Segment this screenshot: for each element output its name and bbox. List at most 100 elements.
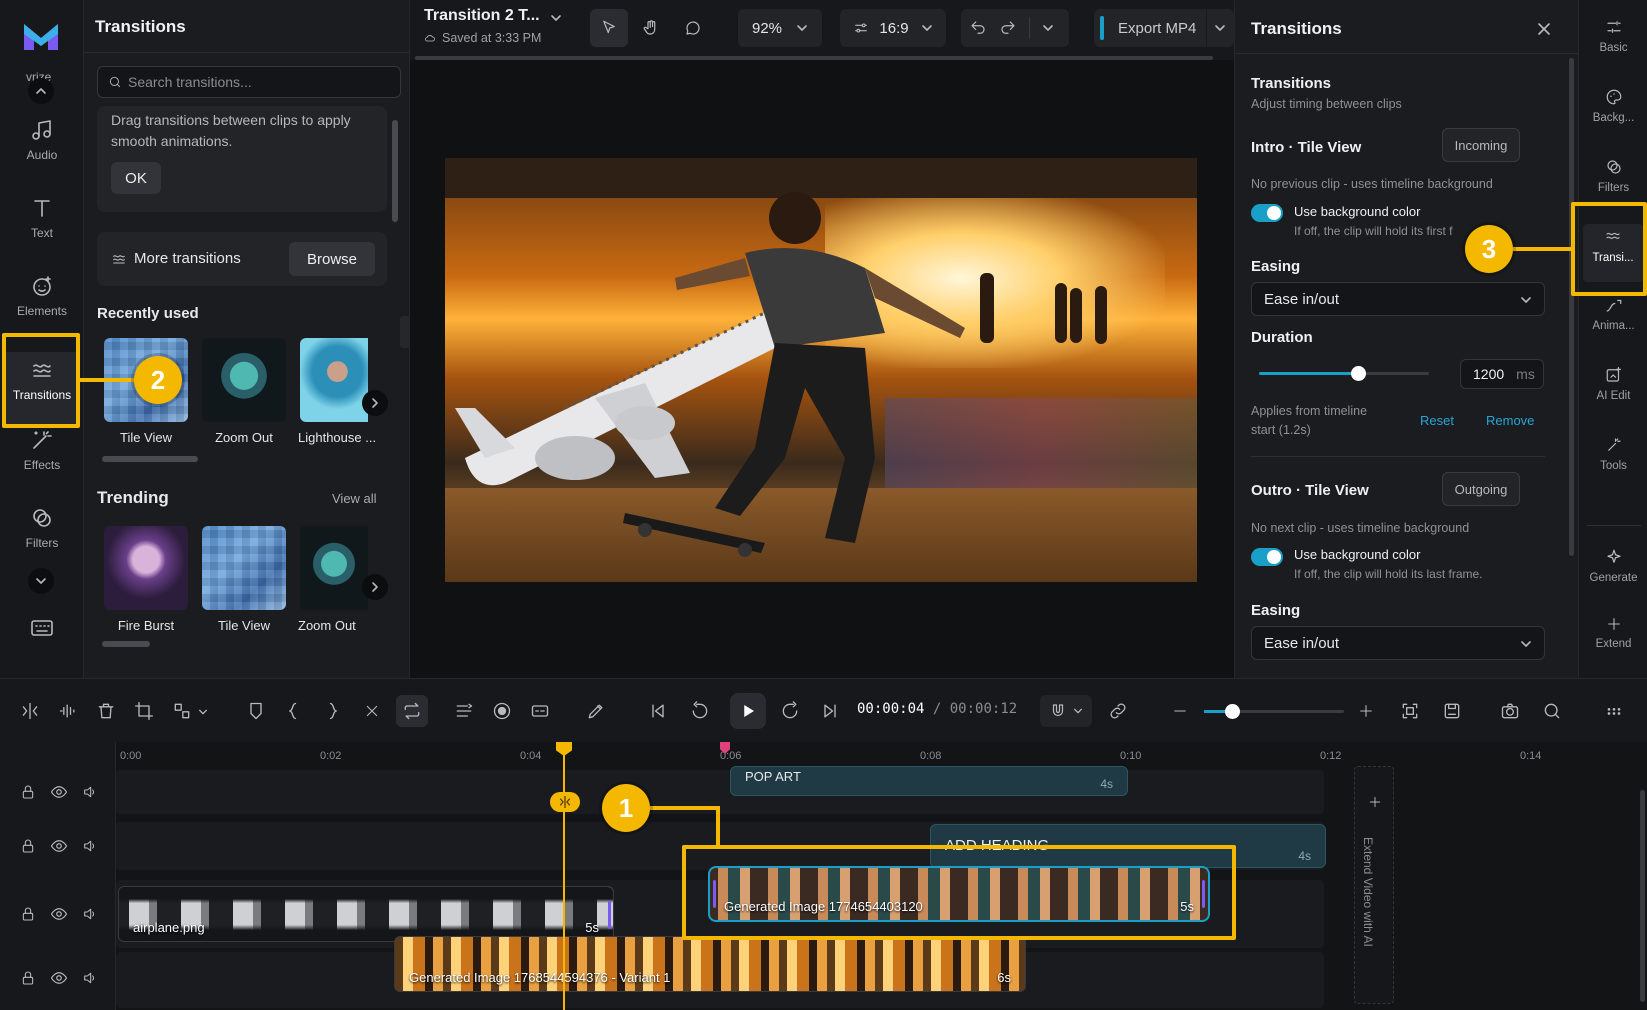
aspect-ratio-dropdown[interactable]: 16:9: [840, 9, 946, 47]
rail-scroll-down-button[interactable]: [28, 568, 54, 594]
right-rail-generate[interactable]: Generate: [1579, 548, 1647, 584]
rail-item-elements[interactable]: Elements: [0, 274, 84, 318]
redo-icon[interactable]: [999, 19, 1017, 37]
keyboard-icon[interactable]: [30, 618, 54, 638]
record-icon[interactable]: [492, 701, 512, 721]
trending-thumb-tile-view[interactable]: [202, 526, 286, 610]
remove-link[interactable]: Remove: [1486, 413, 1534, 428]
volume-icon[interactable]: [82, 970, 98, 986]
captions-icon[interactable]: [530, 701, 550, 721]
lock-icon[interactable]: [20, 784, 36, 800]
recent-thumb-zoom-out[interactable]: [202, 338, 286, 422]
play-button[interactable]: [730, 693, 766, 729]
right-rail-tools[interactable]: Tools: [1579, 436, 1647, 472]
track-lane[interactable]: [116, 770, 1324, 814]
eye-icon[interactable]: [50, 837, 68, 855]
rail-item-filters[interactable]: Filters: [0, 506, 84, 550]
close-icon[interactable]: [364, 703, 380, 719]
zoom-dropdown[interactable]: 92%: [738, 9, 822, 47]
link-icon[interactable]: [1108, 701, 1128, 721]
eye-icon[interactable]: [50, 783, 68, 801]
right-rail-ai-edit[interactable]: AI Edit: [1579, 366, 1647, 402]
clip-generated-variant[interactable]: Generated Image 1768544594376 - Variant …: [394, 936, 1026, 992]
hand-tool-button[interactable]: [632, 9, 670, 47]
duration-slider-knob[interactable]: [1350, 366, 1366, 381]
right-rail-animation[interactable]: Anima...: [1579, 296, 1647, 332]
lock-icon[interactable]: [20, 838, 36, 854]
loop-button[interactable]: [396, 695, 428, 727]
trending-thumb-fire-burst[interactable]: [104, 526, 188, 610]
right-rail-basic[interactable]: Basic: [1579, 18, 1647, 54]
timeline-scrollbar[interactable]: [1640, 790, 1645, 1002]
recent-thumb-lighthouse[interactable]: [300, 338, 368, 422]
right-rail-filters[interactable]: Filters: [1579, 158, 1647, 194]
bracket-close-icon[interactable]: [326, 701, 340, 721]
export-button[interactable]: Export MP4: [1094, 9, 1234, 47]
rail-item-text[interactable]: Text: [0, 196, 84, 240]
chevron-down-icon[interactable]: [1214, 22, 1226, 34]
undo-icon[interactable]: [969, 19, 987, 37]
grid-menu-icon[interactable]: [1604, 701, 1624, 721]
trash-icon[interactable]: [96, 701, 116, 721]
skip-back-icon[interactable]: [648, 701, 668, 721]
timeline-zoom-slider[interactable]: [1204, 704, 1344, 719]
chevron-down-icon[interactable]: [1042, 22, 1054, 34]
playhead[interactable]: [563, 742, 565, 1010]
duration-input[interactable]: 1200 ms: [1460, 359, 1544, 389]
right-rail-extend[interactable]: Extend: [1579, 616, 1647, 650]
extend-video-ai-button[interactable]: Extend Video with AI: [1354, 766, 1394, 1004]
preview-canvas[interactable]: [445, 158, 1197, 582]
fit-icon[interactable]: [1400, 701, 1420, 721]
intro-bg-toggle[interactable]: [1251, 204, 1283, 222]
search-input[interactable]: Search transitions...: [97, 66, 401, 98]
volume-icon[interactable]: [82, 784, 98, 800]
skip-forward-icon[interactable]: [820, 701, 840, 721]
crop-icon[interactable]: [134, 701, 154, 721]
outro-bg-toggle[interactable]: [1251, 548, 1283, 566]
rewind-icon[interactable]: [690, 701, 710, 721]
view-all-link[interactable]: View all: [332, 491, 377, 506]
eye-icon[interactable]: [50, 969, 68, 987]
rail-item-audio[interactable]: Audio: [0, 118, 84, 162]
recent-scrollbar[interactable]: [102, 456, 198, 462]
timeline-zoom-knob[interactable]: [1225, 704, 1240, 719]
reset-link[interactable]: Reset: [1420, 413, 1454, 428]
split-at-playhead-button[interactable]: [550, 792, 580, 812]
incoming-tag[interactable]: Incoming: [1442, 128, 1520, 162]
zoom-out-icon[interactable]: [1172, 703, 1188, 719]
outro-easing-select[interactable]: Ease in/out: [1251, 626, 1545, 660]
trending-scrollbar[interactable]: [102, 641, 150, 647]
save-frame-icon[interactable]: [1442, 701, 1462, 721]
browse-button[interactable]: Browse: [289, 242, 375, 276]
panel-collapse-handle[interactable]: [400, 316, 410, 348]
pen-icon[interactable]: [586, 701, 606, 721]
tip-ok-button[interactable]: OK: [111, 162, 161, 194]
clip-pop-art[interactable]: POP ART 4s: [730, 766, 1128, 796]
audio-wave-icon[interactable]: [58, 701, 78, 721]
app-logo[interactable]: [22, 22, 60, 52]
camera-icon[interactable]: [1500, 701, 1520, 721]
chevron-down-icon[interactable]: [550, 12, 562, 24]
recent-next-button[interactable]: [362, 390, 388, 416]
outgoing-tag[interactable]: Outgoing: [1442, 472, 1520, 506]
project-title[interactable]: Transition 2 T...: [424, 7, 540, 25]
split-icon[interactable]: [20, 701, 40, 721]
chevron-down-icon[interactable]: [198, 707, 208, 717]
properties-scrollbar[interactable]: [1569, 58, 1574, 556]
right-rail-background[interactable]: Backg...: [1579, 88, 1647, 124]
zoom-in-icon[interactable]: [1358, 703, 1374, 719]
trending-thumb-zoom-out[interactable]: [300, 526, 368, 610]
volume-icon[interactable]: [82, 838, 98, 854]
panel-scrollbar[interactable]: [392, 120, 398, 222]
close-icon[interactable]: [1537, 22, 1551, 36]
forward-icon[interactable]: [780, 701, 800, 721]
rail-scroll-up-button[interactable]: [28, 78, 54, 104]
volume-icon[interactable]: [82, 906, 98, 922]
bracket-open-icon[interactable]: [286, 701, 300, 721]
lock-icon[interactable]: [20, 970, 36, 986]
lock-icon[interactable]: [20, 906, 36, 922]
trending-next-button[interactable]: [362, 574, 388, 600]
timeline-ruler[interactable]: 0:00 0:02 0:04 0:06 0:08 0:10 0:12 0:14: [116, 742, 1647, 766]
snap-dropdown[interactable]: [1040, 695, 1092, 727]
select-tool-button[interactable]: [590, 9, 628, 47]
